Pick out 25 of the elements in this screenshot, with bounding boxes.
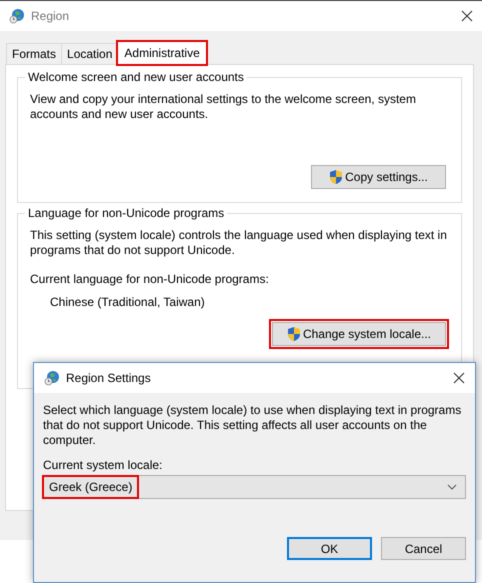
settings-button[interactable]: Copy settings... [311, 165, 446, 189]
dialog-button[interactable]: OK [287, 537, 372, 560]
field-label: Current system locale: [43, 458, 164, 472]
language-value: Chinese (Traditional, Taiwan) [49, 295, 206, 309]
locale-dropdown[interactable]: Greek (Greece) [43, 475, 466, 499]
shield-icon [286, 326, 301, 342]
field-label: Current language for non-Unicode programs: [30, 272, 270, 286]
group-title: Language for non-Unicode programs [25, 206, 228, 220]
globe-icon [9, 8, 25, 24]
dropdown-value: Greek (Greece) [44, 477, 138, 497]
dialog-button[interactable]: Cancel [381, 537, 466, 560]
group-title: Welcome screen and new user accounts [25, 70, 247, 84]
description-text: Select which language (system locale) to use when displaying text in programs that do not support Unicode. This setting affects all user accounts on the computer. [43, 403, 462, 448]
shield-icon [329, 169, 344, 185]
close-icon[interactable] [453, 372, 465, 384]
tab[interactable]: Administrative [117, 41, 207, 65]
chevron-down-icon [447, 484, 457, 490]
tab[interactable]: Formats [6, 43, 62, 64]
close-icon[interactable] [461, 10, 473, 22]
settings-button[interactable]: Change system locale... [272, 322, 446, 346]
description-text: This setting (system locale) controls the language used when displaying text in programs that do not support Unicode. [30, 228, 448, 258]
window-title: Region [31, 9, 70, 23]
dialog-title: Region Settings [66, 371, 152, 385]
description-text: View and copy your international settings to the welcome screen, system accounts and new user accounts. [30, 92, 417, 122]
globe-icon [44, 370, 60, 386]
